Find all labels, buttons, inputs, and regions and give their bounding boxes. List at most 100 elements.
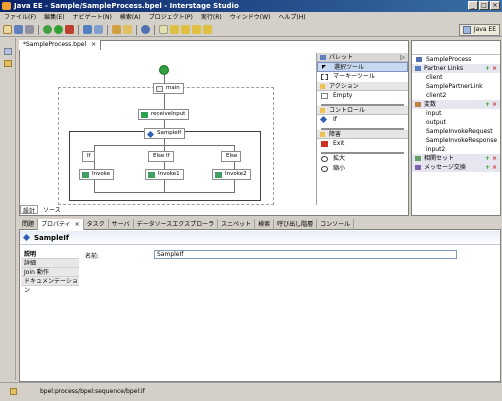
design-tab[interactable]: 設計 (20, 205, 39, 215)
palette-collapse-icon[interactable]: ▷ (400, 53, 405, 62)
new-java-project-icon[interactable] (83, 25, 92, 34)
outline-item[interactable]: SampleInvokeResponse (412, 136, 500, 145)
close-button[interactable]: × (490, 1, 500, 10)
outline-item[interactable]: input2 (412, 145, 500, 154)
new-class-icon[interactable] (94, 25, 103, 34)
tab-data-source-explorer[interactable]: データソースエクスプローラ (134, 219, 219, 230)
outline-item[interactable]: input (412, 109, 500, 118)
invoke2-node[interactable]: Invoke2 (212, 169, 251, 180)
restore-icon[interactable] (4, 48, 12, 55)
branch-else-if[interactable]: Else If (148, 151, 174, 162)
source-tab[interactable]: ソース (41, 205, 63, 214)
close-icon[interactable]: × (91, 41, 96, 48)
menu-window[interactable]: ウィンドウ(W) (230, 12, 271, 23)
minimize-button[interactable]: _ (468, 1, 478, 10)
outline-item[interactable]: SampleInvokeRequest (412, 127, 500, 136)
tab-properties[interactable]: プロパティ × (38, 219, 84, 230)
outline-partner-links[interactable]: Partner Links + × (412, 64, 500, 73)
outline-message-exchange[interactable]: メッセージ交換 + × (412, 163, 500, 172)
zoom-out-icon (321, 166, 328, 172)
outline-item[interactable]: output (412, 118, 500, 127)
palette-item-empty[interactable]: Empty (317, 91, 408, 101)
process-canvas[interactable]: main receiveInput SampleIf If Else If El… (20, 51, 314, 205)
perspective-label[interactable]: Java EE (474, 25, 496, 35)
delete-icon[interactable]: × (492, 100, 497, 109)
marquee-tool[interactable]: マーキーツール (317, 72, 408, 82)
outline-item[interactable]: client (412, 73, 500, 82)
invoke1-node[interactable]: Invoke1 (145, 169, 184, 180)
tab-tasks[interactable]: タスク (84, 219, 109, 230)
invoke-node[interactable]: Invoke (79, 169, 115, 180)
palette-section-control[interactable]: コントロール (317, 106, 408, 115)
prop-tab-join[interactable]: Join 動作 (21, 268, 79, 277)
outline-correlation-sets[interactable]: 相関セット + × (412, 154, 500, 163)
menu-run[interactable]: 実行(R) (201, 12, 222, 23)
menu-help[interactable]: ヘルプ(H) (278, 12, 305, 23)
tab-search[interactable]: 検索 (255, 219, 275, 230)
window-title-bar: Java EE - Sample/SampleProcess.bpel - In… (0, 0, 502, 12)
add-icon[interactable]: + (485, 154, 490, 163)
delete-icon[interactable]: × (492, 64, 497, 73)
zoom-out-tool[interactable]: 縮小 (317, 164, 408, 174)
if-container[interactable] (69, 131, 261, 201)
back-icon[interactable] (192, 25, 201, 34)
outline-variables[interactable]: 変数 + × (412, 100, 500, 109)
add-icon[interactable]: + (485, 163, 490, 172)
if-node[interactable]: SampleIf (144, 128, 186, 139)
maximize-button[interactable]: □ (479, 1, 489, 10)
add-icon[interactable]: + (485, 100, 490, 109)
new-icon[interactable] (3, 25, 12, 34)
editor-tab[interactable]: *SampleProcess.bpel × (19, 40, 102, 50)
receive-node[interactable]: receiveInput (138, 109, 190, 120)
save-icon[interactable] (14, 25, 23, 34)
select-tool[interactable]: 選択ツール (317, 62, 408, 72)
close-icon[interactable]: × (75, 221, 80, 228)
run-icon[interactable] (54, 25, 63, 34)
package-explorer-icon[interactable] (4, 60, 12, 67)
palette-item-exit[interactable]: Exit (317, 139, 408, 149)
external-tools-icon[interactable] (65, 25, 74, 34)
menu-search[interactable]: 検索(A) (120, 12, 141, 23)
main-sequence-node[interactable]: main (153, 83, 184, 94)
branch-if[interactable]: If (82, 151, 95, 162)
name-field[interactable]: SampleIf (154, 250, 457, 259)
palette: パレット ▷ 選択ツール マーキーツール アクション Empty コントロール … (316, 53, 408, 205)
open-perspective-icon[interactable] (462, 26, 471, 34)
prop-tab-documentation[interactable]: ドキュメンテーション (21, 277, 79, 294)
forward-icon[interactable] (203, 25, 212, 34)
delete-icon[interactable]: × (492, 163, 497, 172)
branch-else[interactable]: Else (221, 151, 242, 162)
menu-file[interactable]: ファイル(F) (4, 12, 36, 23)
palette-item-if[interactable]: If (317, 115, 408, 125)
palette-header[interactable]: パレット ▷ (317, 53, 408, 62)
prop-tab-description[interactable]: 説明 (21, 250, 79, 259)
perspective-switcher[interactable]: Java EE (458, 24, 500, 36)
tab-problems[interactable]: 問題 (19, 219, 39, 230)
prev-annotation-icon[interactable] (181, 25, 190, 34)
print-icon[interactable] (25, 25, 34, 34)
prop-tab-details[interactable]: 詳細 (21, 259, 79, 268)
start-node-icon[interactable] (159, 65, 169, 75)
palette-section-fault[interactable]: 障害 (317, 130, 408, 139)
debug-icon[interactable] (43, 25, 52, 34)
search-icon[interactable] (123, 25, 132, 34)
tab-call-hierarchy[interactable]: 呼び出し階層 (274, 219, 318, 230)
tab-console[interactable]: コンソール (317, 219, 355, 230)
menu-navigate[interactable]: ナビゲート(N) (73, 12, 112, 23)
tab-servers[interactable]: サーバ (109, 219, 134, 230)
menu-project[interactable]: プロジェクト(P) (149, 12, 193, 23)
annotation-icon[interactable] (159, 25, 168, 34)
outline-root[interactable]: SampleProcess (412, 55, 500, 64)
next-annotation-icon[interactable] (170, 25, 179, 34)
outline-item[interactable]: SamplePartnerLink (412, 82, 500, 91)
open-type-icon[interactable] (112, 25, 121, 34)
delete-icon[interactable]: × (492, 154, 497, 163)
palette-section-actions[interactable]: アクション (317, 82, 408, 91)
fast-view-icon[interactable] (10, 388, 17, 395)
globe-icon[interactable] (141, 25, 150, 34)
outline-item[interactable]: client2 (412, 91, 500, 100)
zoom-in-tool[interactable]: 拡大 (317, 154, 408, 164)
menu-edit[interactable]: 編集(E) (44, 12, 64, 23)
tab-snippets[interactable]: スニペット (218, 219, 256, 230)
add-icon[interactable]: + (485, 64, 490, 73)
